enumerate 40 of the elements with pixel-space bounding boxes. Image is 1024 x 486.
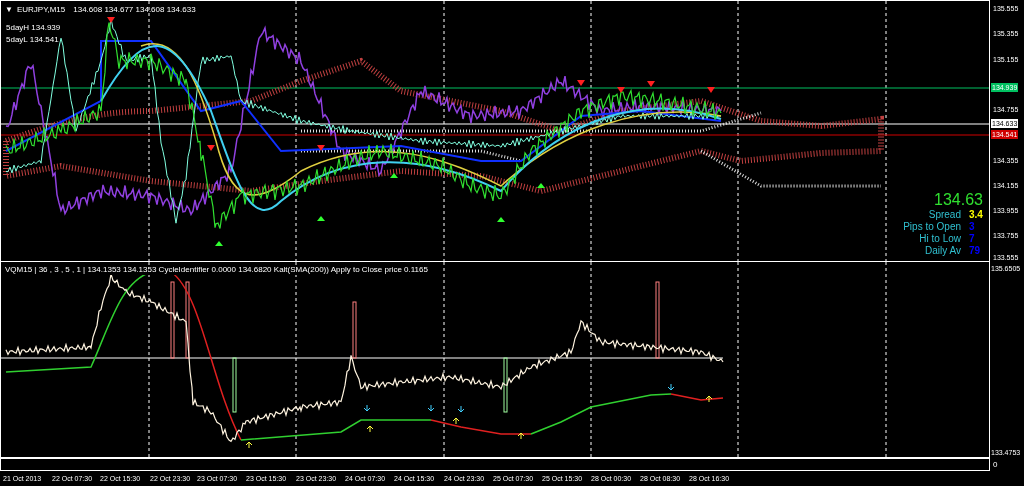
quote-text: 134.608 134.677 134.608 134.633 [73, 5, 196, 15]
price-readout: 134.63 [934, 191, 983, 209]
arrow-marker [215, 241, 223, 246]
up-arrow-icon [366, 425, 374, 433]
histogram-bar [352, 301, 357, 359]
down-arrow-icon [363, 404, 371, 412]
up-arrow-icon [245, 441, 253, 449]
arrow-marker [317, 216, 325, 221]
down-arrow-icon [427, 404, 435, 412]
info-label: Pips to Open [903, 221, 961, 233]
axis-label: 0 [993, 460, 998, 469]
up-arrow-icon [452, 417, 460, 425]
down-arrow-icon [667, 383, 675, 391]
arrow-marker [207, 145, 215, 151]
up-arrow-icon [705, 395, 713, 403]
down-arrow-icon [457, 405, 465, 413]
arrow-marker [647, 81, 655, 87]
arrow-marker [107, 17, 115, 23]
info-label: Daily Av [925, 245, 961, 257]
info-value: 3.4 [969, 209, 983, 221]
arrow-marker [617, 87, 625, 93]
arrow-marker [577, 80, 585, 86]
histogram-bar [232, 357, 237, 413]
menu-arrow-icon: ▼ [5, 5, 13, 15]
info-value: 7 [969, 233, 976, 245]
info-label: Spread [928, 209, 961, 221]
level-label: 5dayH 134.939 [6, 23, 61, 33]
arrow-marker [390, 173, 398, 178]
histogram-bar [503, 357, 508, 413]
info-label: Hi to Low [919, 233, 961, 245]
level-label: 5dayL 134.541 [6, 35, 59, 45]
info-value: 3 [969, 221, 976, 233]
info-value: 79 [969, 245, 982, 257]
arrow-marker [317, 145, 325, 151]
up-arrow-icon [517, 432, 525, 440]
arrow-marker [707, 87, 715, 93]
indicator-header: VQM15 | 36 , 3 , 5 , 1 | 134.1353 134.1353 CycleIdentifier 0.0000 134.6820 Kalt(SMA(200)) Apply to Close price 0.1165 [5, 265, 428, 275]
arrow-marker [537, 183, 545, 188]
arrow-marker [497, 217, 505, 222]
chart-symbol: EURJPY,M15 [16, 5, 66, 15]
